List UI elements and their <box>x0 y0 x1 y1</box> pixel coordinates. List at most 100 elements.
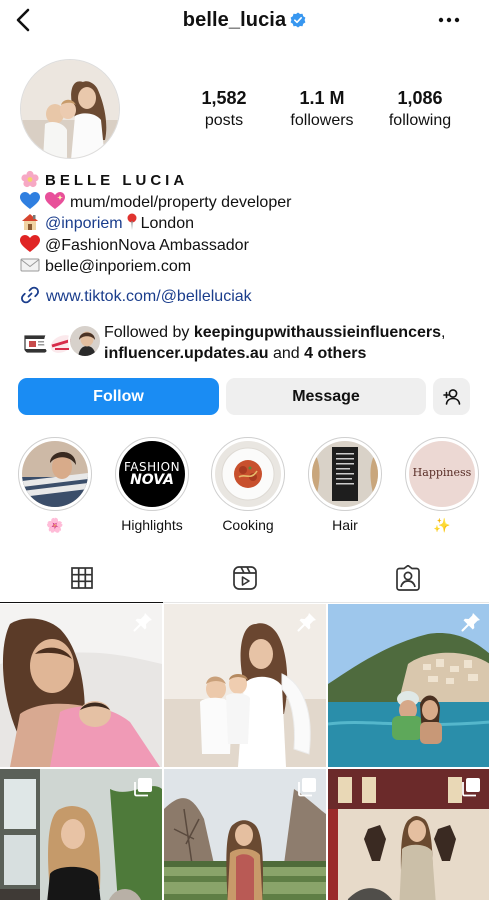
highlight-hair[interactable]: Hair <box>306 437 384 533</box>
highlight-highlights[interactable]: FASHION NOVA Highlights <box>113 437 191 533</box>
post-tile[interactable] <box>164 769 326 900</box>
tiktok-link-text: www.tiktok.com/@belleluciak <box>46 288 252 305</box>
followed-by-and: and <box>272 345 300 362</box>
highlight-label: Cooking <box>222 517 274 533</box>
tab-posts-grid[interactable] <box>0 553 163 603</box>
story-highlights: 🌸 FASHION NOVA Highlights Cooking Hair H… <box>16 437 486 537</box>
profile-bio: BELLE LUCIA mum/model/property developer… <box>20 170 480 278</box>
highlight-ring: Happiness <box>405 437 479 511</box>
following-stat[interactable]: 1,086 following <box>378 88 462 130</box>
mutual-others[interactable]: 4 others <box>304 345 366 362</box>
inporiem-mention-link[interactable]: @inporiem <box>45 215 123 232</box>
following-label: following <box>388 112 452 129</box>
sparkling-heart-icon <box>45 191 65 209</box>
fashion-nova-logo: FASHION NOVA <box>119 461 185 488</box>
mutual-avatar-3-image <box>70 326 100 356</box>
bio-ambassador: @FashionNova Ambassador <box>45 236 249 254</box>
top-bar: belle_lucia <box>0 0 489 44</box>
mutual-user-1[interactable]: keepingupwithaussieinfluencers <box>194 324 441 341</box>
tab-reels[interactable] <box>163 553 326 603</box>
logo-line-2: NOVA <box>130 472 174 488</box>
username: belle_lucia <box>182 9 287 31</box>
carousel-icon <box>298 778 316 797</box>
highlight-ring: FASHION NOVA <box>115 437 189 511</box>
bio-line-2: @inporiem London <box>20 213 480 235</box>
highlight-cover <box>22 441 88 507</box>
carousel-icon <box>462 778 480 797</box>
red-heart-icon <box>20 234 40 252</box>
location-pin-icon <box>127 213 137 230</box>
highlight-cover <box>312 441 378 507</box>
highlight-4-cover-image <box>312 441 378 507</box>
posts-stat[interactable]: 1,582 posts <box>182 88 266 130</box>
highlight-label: ✨ <box>433 517 451 533</box>
pin-icon <box>133 613 152 632</box>
blue-heart-icon <box>20 191 40 209</box>
bio-email: belle@inporiem.com <box>45 258 192 275</box>
grid-icon <box>70 566 93 589</box>
bio-external-link[interactable]: www.tiktok.com/@belleluciak <box>20 285 252 306</box>
highlight-flower[interactable]: 🌸 <box>16 437 94 534</box>
suggest-users-button[interactable] <box>433 378 470 415</box>
post-tile[interactable] <box>0 769 162 900</box>
followed-by-prefix: Followed by <box>104 324 190 341</box>
followers-count: 1.1 M <box>299 88 345 108</box>
follow-button-label: Follow <box>93 387 144 405</box>
tagged-icon <box>395 565 420 591</box>
profile-avatar[interactable] <box>20 59 120 159</box>
more-options-icon[interactable] <box>437 10 461 30</box>
followed-by-separator: , <box>441 324 446 341</box>
verified-badge-icon <box>290 12 306 28</box>
highlight-ring <box>211 437 285 511</box>
followed-by-section[interactable]: Followed by keepingupwithaussieinfluence… <box>20 320 480 364</box>
cherry-blossom-icon <box>21 170 39 188</box>
followers-stat[interactable]: 1.1 M followers <box>280 88 364 130</box>
post-tile[interactable] <box>0 604 162 767</box>
bio-occupation: mum/model/property developer <box>70 193 292 211</box>
display-name: BELLE LUCIA <box>45 172 189 189</box>
post-tile[interactable] <box>328 604 489 767</box>
highlight-label: Highlights <box>121 517 183 533</box>
posts-label: posts <box>204 112 244 129</box>
post-tile[interactable] <box>164 604 326 767</box>
pin-icon <box>297 613 316 632</box>
highlight-ring <box>308 437 382 511</box>
posts-count: 1,582 <box>201 88 247 108</box>
bio-name-line: BELLE LUCIA <box>20 170 480 192</box>
tab-tagged[interactable] <box>326 553 489 603</box>
highlight-3-cover-image <box>215 441 281 507</box>
mutual-user-2[interactable]: influencer.updates.au <box>104 345 268 362</box>
message-button[interactable]: Message <box>226 378 426 415</box>
highlight-1-cover-image <box>22 441 88 507</box>
bio-line-1: mum/model/property developer <box>20 191 480 214</box>
profile-stats: 1,582 posts 1.1 M followers 1,086 follow… <box>182 88 462 130</box>
bio-line-4: belle@inporiem.com <box>20 256 480 278</box>
message-button-label: Message <box>292 387 360 405</box>
carousel-icon <box>134 778 152 797</box>
link-icon <box>21 286 39 304</box>
highlight-cooking[interactable]: Cooking <box>209 437 287 533</box>
page-title: belle_lucia <box>0 9 489 32</box>
following-count: 1,086 <box>397 88 443 108</box>
highlight-cover: Happiness <box>409 441 475 507</box>
followed-by-text: Followed by keepingupwithaussieinfluence… <box>104 322 484 364</box>
bio-line-3: @FashionNova Ambassador <box>20 234 480 257</box>
post-tile[interactable] <box>328 769 489 900</box>
bio-location: London <box>140 215 194 232</box>
avatar-photo <box>21 60 119 158</box>
highlight-label: Hair <box>332 517 358 533</box>
followers-label: followers <box>290 112 354 129</box>
reels-icon <box>232 566 257 590</box>
mutual-avatar-3 <box>68 324 102 358</box>
add-user-icon <box>442 388 460 405</box>
house-icon <box>22 214 38 230</box>
highlight-happiness[interactable]: Happiness ✨ <box>403 437 481 534</box>
highlight-cover: FASHION NOVA <box>119 441 185 507</box>
highlight-cover <box>215 441 281 507</box>
envelope-icon <box>20 258 40 272</box>
follow-button[interactable]: Follow <box>18 378 219 415</box>
profile-tabs <box>0 553 489 603</box>
highlight-ring <box>18 437 92 511</box>
highlight-label: 🌸 <box>46 517 64 533</box>
pin-icon <box>461 613 480 632</box>
